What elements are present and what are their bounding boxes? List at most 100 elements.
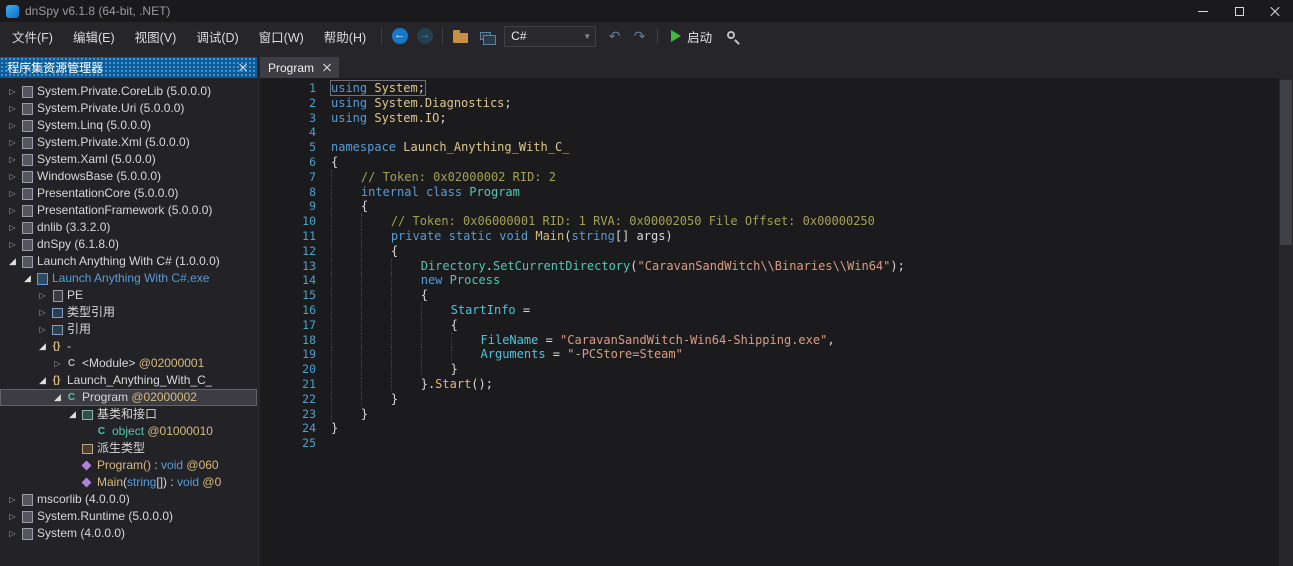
tree-item[interactable]: 派生类型 (0, 440, 257, 457)
collapse-arrow-icon[interactable]: ◢ (51, 389, 64, 406)
close-button[interactable] (1257, 0, 1293, 22)
expand-arrow-icon[interactable]: ▷ (6, 202, 19, 219)
expand-arrow-icon[interactable]: ▷ (36, 321, 49, 338)
code-line: 8 internal class Program (260, 185, 1293, 200)
expand-arrow-icon[interactable]: ▷ (6, 236, 19, 253)
tree-item[interactable]: ▷PresentationCore (5.0.0.0) (0, 185, 257, 202)
expand-arrow-icon[interactable]: ▷ (6, 168, 19, 185)
forward-icon: → (417, 28, 433, 44)
minimize-button[interactable] (1185, 0, 1221, 22)
tree-item-label: Launch_Anything_With_C_ (67, 372, 212, 389)
tree-item-label: Main(string[]) : void @0 (97, 474, 221, 491)
menu-item[interactable]: 视图(V) (125, 22, 187, 51)
code-text: } (331, 421, 338, 436)
assembly-icon (19, 510, 34, 523)
menu-item[interactable]: 窗口(W) (249, 22, 314, 51)
tree-item-label: 引用 (67, 321, 91, 338)
tree-item[interactable]: ▷dnlib (3.3.2.0) (0, 219, 257, 236)
tree-item[interactable]: ▷类型引用 (0, 304, 257, 321)
redo-icon: ↷ (634, 29, 646, 43)
code-text: using System; (331, 81, 425, 96)
expand-arrow-icon[interactable]: ▷ (6, 219, 19, 236)
expand-arrow-icon[interactable]: ▷ (6, 83, 19, 100)
tree-item[interactable]: ▷System.Xaml (5.0.0.0) (0, 151, 257, 168)
expand-arrow-icon[interactable]: ▷ (51, 355, 64, 372)
tree-item[interactable]: object @01000010 (0, 423, 257, 440)
tree-item-label: System.Runtime (5.0.0.0) (37, 508, 173, 525)
tree-item[interactable]: ▷System (4.0.0.0) (0, 525, 257, 542)
tree-item[interactable]: ▷dnSpy (6.1.8.0) (0, 236, 257, 253)
navigate-forward-button[interactable]: → (412, 25, 437, 47)
code-line: 16 StartInfo = (260, 303, 1293, 318)
navigate-back-button[interactable]: ← (387, 25, 412, 47)
assembly-tree: ▷System.Private.CoreLib (5.0.0.0)▷System… (0, 78, 257, 566)
tree-item[interactable]: ◢Program @02000002 (0, 389, 257, 406)
code-editor[interactable]: 1using System;2using System.Diagnostics;… (260, 78, 1293, 566)
language-value: C# (511, 29, 526, 43)
panel-close-button[interactable] (236, 61, 250, 75)
expand-arrow-icon[interactable]: ▷ (6, 508, 19, 525)
tree-item[interactable]: ◢ Launch_Anything_With_C_ (0, 372, 257, 389)
expand-arrow-icon[interactable]: ▷ (36, 304, 49, 321)
menu-item[interactable]: 文件(F) (2, 22, 63, 51)
expand-arrow-icon[interactable]: ▷ (6, 185, 19, 202)
tree-item[interactable]: ▷ System.Runtime (5.0.0.0) (0, 508, 257, 525)
indent-guide (331, 377, 361, 391)
expand-arrow-icon[interactable]: ▷ (36, 287, 49, 304)
menu-item[interactable]: 编辑(E) (63, 22, 125, 51)
undo-button[interactable]: ↶ (602, 25, 627, 47)
maximize-button[interactable] (1221, 0, 1257, 22)
code-text: } (331, 407, 368, 422)
tree-item[interactable]: ▷System.Linq (5.0.0.0) (0, 117, 257, 134)
expand-arrow-icon[interactable]: ▷ (6, 151, 19, 168)
line-number: 19 (260, 347, 316, 362)
save-all-button[interactable] (473, 25, 498, 47)
open-file-button[interactable] (448, 25, 473, 47)
search-button[interactable] (720, 25, 745, 47)
tree-item[interactable]: ▷<Module> @02000001 (0, 355, 257, 372)
expand-arrow-icon[interactable]: ▷ (6, 134, 19, 151)
menu-item[interactable]: 帮助(H) (314, 22, 376, 51)
line-number: 17 (260, 318, 316, 333)
collapse-arrow-icon[interactable]: ◢ (6, 253, 19, 270)
scrollbar-thumb[interactable] (1280, 80, 1292, 245)
tree-item[interactable]: Program() : void @060 (0, 457, 257, 474)
tree-item[interactable]: ▷ 引用 (0, 321, 257, 338)
expand-arrow-icon[interactable]: ▷ (6, 100, 19, 117)
tab-label: Program (268, 61, 314, 75)
code-line: 15 { (260, 288, 1293, 303)
expand-arrow-icon[interactable]: ▷ (6, 491, 19, 508)
tree-item[interactable]: Main(string[]) : void @0 (0, 474, 257, 491)
language-select[interactable]: C# ▼ (504, 26, 596, 47)
tree-item[interactable]: ▷mscorlib (4.0.0.0) (0, 491, 257, 508)
tree-item[interactable]: ▷PE (0, 287, 257, 304)
expand-arrow-icon[interactable]: ▷ (6, 525, 19, 542)
indent-guide (451, 333, 481, 347)
tree-item[interactable]: ▷System.Private.Xml (5.0.0.0) (0, 134, 257, 151)
tree-item[interactable]: ▷PresentationFramework (5.0.0.0) (0, 202, 257, 219)
tree-item[interactable]: ◢基类和接口 (0, 406, 257, 423)
tree-item[interactable]: ▷ System.Private.Uri (5.0.0.0) (0, 100, 257, 117)
collapse-arrow-icon[interactable]: ◢ (21, 270, 34, 287)
collapse-arrow-icon[interactable]: ◢ (36, 338, 49, 355)
tree-item-label: System.Private.CoreLib (5.0.0.0) (37, 83, 211, 100)
namespace-icon (49, 374, 64, 387)
vertical-scrollbar[interactable] (1279, 78, 1293, 566)
start-debug-button[interactable]: 启动 (663, 25, 720, 47)
indent-guide (331, 362, 361, 376)
expand-arrow-icon[interactable]: ▷ (6, 117, 19, 134)
tab-program[interactable]: Program (260, 57, 339, 78)
assembly-icon (19, 187, 34, 200)
tree-item-label: System.Private.Uri (5.0.0.0) (37, 100, 184, 117)
tree-item[interactable]: ▷ System.Private.CoreLib (5.0.0.0) (0, 83, 257, 100)
tree-item[interactable]: ▷WindowsBase (5.0.0.0) (0, 168, 257, 185)
collapse-arrow-icon[interactable]: ◢ (36, 372, 49, 389)
tree-item[interactable]: ◢Launch Anything With C# (1.0.0.0) (0, 253, 257, 270)
menu-item[interactable]: 调试(D) (186, 22, 248, 51)
tree-item[interactable]: ◢- (0, 338, 257, 355)
tab-close-icon[interactable] (323, 64, 331, 72)
indent-guide (421, 303, 451, 317)
tree-item[interactable]: ◢Launch Anything With C#.exe (0, 270, 257, 287)
collapse-arrow-icon[interactable]: ◢ (66, 406, 79, 423)
redo-button[interactable]: ↷ (627, 25, 652, 47)
